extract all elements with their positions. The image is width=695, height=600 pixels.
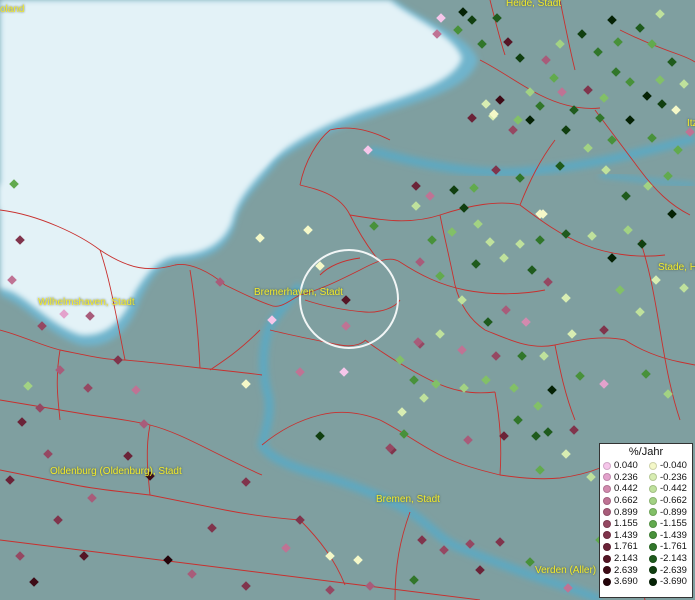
legend-entry-pos: 2.639 [600,565,646,576]
legend-swatch-icon [603,496,611,505]
legend-entry-neg: -0.899 [646,507,692,518]
legend-value: -1.155 [660,518,687,530]
place-label-verden: Verden (Aller) [535,565,597,576]
legend-value: 1.439 [614,529,638,541]
legend-entry-pos: 1.761 [600,541,646,552]
legend-swatch-icon [649,542,657,551]
legend-entry-neg: -1.761 [646,541,692,552]
legend-row: 2.639 -2.639 [600,564,692,576]
legend-value: 3.690 [614,576,638,588]
legend-entry-pos: 1.155 [600,518,646,529]
legend-swatch-icon [603,484,611,493]
legend-swatch-icon [649,496,657,505]
legend-value: 0.236 [614,471,638,483]
legend-swatch-icon [649,473,657,482]
legend-title: %/Jahr [628,446,664,458]
legend-entry-pos: 1.439 [600,530,646,541]
legend-swatch-icon [603,554,611,563]
legend-row: 1.761 -1.761 [600,541,692,553]
legend-entry-neg: -1.155 [646,518,692,529]
legend-value: -2.143 [660,553,687,565]
place-label-itz: Itz [687,118,695,129]
legend-swatch-icon [649,577,657,586]
legend-entry-neg: -0.040 [646,460,692,471]
legend-swatch-icon [603,577,611,586]
legend-row: 0.662 -0.662 [600,495,692,507]
legend-swatch-icon [603,508,611,517]
legend-swatch-icon [649,531,657,540]
legend-entry-neg: -0.662 [646,495,692,506]
legend-swatch-icon [649,508,657,517]
legend-row: 0.040 -0.040 [600,460,692,472]
legend-value: -0.040 [660,460,687,472]
legend-entry-neg: -0.442 [646,483,692,494]
legend-entry-neg: -0.236 [646,472,692,483]
legend-row: 0.899 -0.899 [600,506,692,518]
legend-value: 2.639 [614,564,638,576]
legend-value: -0.442 [660,483,687,495]
legend-entry-pos: 0.040 [600,460,646,471]
legend-swatch-icon [603,473,611,482]
legend-row: 0.442 -0.442 [600,483,692,495]
legend-value: 0.040 [614,460,638,472]
legend-entry-neg: -1.439 [646,530,692,541]
legend-swatch-icon [603,531,611,540]
place-label-wilhelmshaven: Wilhelmshaven, Stadt [38,297,135,308]
legend-swatch-icon [649,484,657,493]
legend-value: 1.155 [614,518,638,530]
legend-value: -0.236 [660,471,687,483]
legend-entry-pos: 3.690 [600,576,646,587]
place-label-bremerhaven: Bremerhaven, Stadt [254,287,343,298]
legend-entry-pos: 2.143 [600,553,646,564]
legend-row: 1.155 -1.155 [600,518,692,530]
place-label-bremen: Bremen, Stadt [376,494,440,505]
legend-entry-neg: -2.639 [646,565,692,576]
legend-row: 0.236 -0.236 [600,472,692,484]
legend-row: 1.439 -1.439 [600,530,692,542]
legend-value: -1.761 [660,541,687,553]
legend-rows: 0.040 -0.040 0.236 -0.236 0.442 -0.442 0.662 -0… [600,460,692,588]
legend-entry-neg: -3.690 [646,576,692,587]
legend-value: 1.761 [614,541,638,553]
legend-value: -3.690 [660,576,687,588]
legend-swatch-icon [603,566,611,575]
legend-value: -0.662 [660,495,687,507]
legend-swatch-icon [649,519,657,528]
legend-value: -0.899 [660,506,687,518]
legend-value: 0.662 [614,495,638,507]
legend-entry-pos: 0.899 [600,507,646,518]
legend-entry-pos: 0.442 [600,483,646,494]
legend-value: 2.143 [614,553,638,565]
legend-entry-pos: 0.662 [600,495,646,506]
legend-value: -2.639 [660,564,687,576]
legend-swatch-icon [649,566,657,575]
place-label-oland: oland [0,4,25,15]
legend-value: 0.442 [614,483,638,495]
legend-row: 2.143 -2.143 [600,553,692,565]
legend-value: 0.899 [614,506,638,518]
legend-swatch-icon [649,554,657,563]
legend-panel: %/Jahr 0.040 -0.040 0.236 -0.236 0.442 -0.442… [599,443,693,598]
place-label-heide: Heide, Stadt [506,0,562,9]
place-label-stade: Stade, H [658,262,695,273]
legend-swatch-icon [649,461,657,470]
legend-swatch-icon [603,542,611,551]
legend-swatch-icon [603,519,611,528]
legend-entry-neg: -2.143 [646,553,692,564]
place-label-oldenburg: Oldenburg (Oldenburg), Stadt [50,466,182,477]
legend-entry-pos: 0.236 [600,472,646,483]
legend-row: 3.690 -3.690 [600,576,692,588]
legend-swatch-icon [603,461,611,470]
legend-value: -1.439 [660,529,687,541]
